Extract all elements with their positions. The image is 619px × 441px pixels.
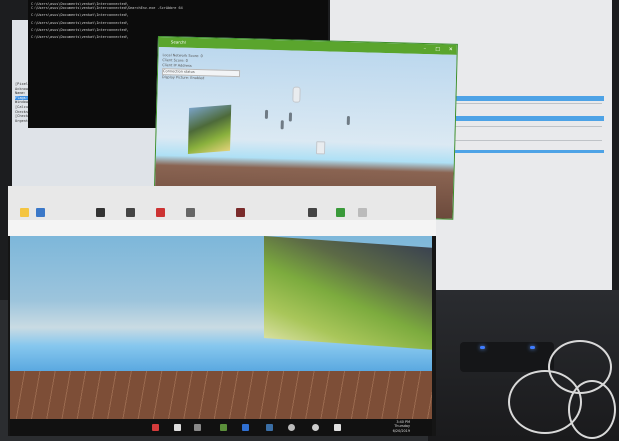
close-icon[interactable]: ✕ (445, 45, 457, 55)
taskbar: 3:40 PM Thursday 6/20/2019 (10, 419, 432, 436)
app-icon[interactable] (194, 424, 201, 431)
app-icon[interactable] (242, 424, 249, 431)
status-led (530, 346, 535, 349)
capsule-object (292, 86, 301, 103)
divider (452, 126, 602, 127)
app-icon[interactable] (336, 208, 345, 217)
window-title: SearchI (170, 39, 186, 45)
app-icon[interactable] (288, 424, 295, 431)
browser-tab-strip[interactable] (8, 220, 436, 236)
status-led (480, 346, 485, 349)
clock-date: 6/20/2019 (392, 428, 410, 433)
terminal-line: C:\Users\asus\Documents\venkat\Interconn… (31, 20, 128, 25)
divider (452, 103, 602, 104)
app-icon[interactable] (36, 208, 45, 217)
maximize-icon[interactable]: □ (432, 44, 444, 54)
app-icon[interactable] (266, 424, 273, 431)
floor (10, 371, 432, 419)
overlay-line: Display Picture: Enabled (161, 75, 205, 81)
app-icon[interactable] (308, 208, 317, 217)
selection-bar (450, 96, 604, 101)
app-icon[interactable] (96, 208, 105, 217)
capsule-object (264, 109, 269, 119)
app-icon[interactable] (334, 424, 341, 431)
capsule-object (280, 120, 284, 130)
capsule-object (288, 112, 293, 122)
network-router (460, 342, 554, 372)
picture-panel (187, 104, 232, 155)
cable (568, 380, 616, 439)
clock[interactable]: 3:40 PM Thursday 6/20/2019 (393, 420, 410, 433)
terminal-line: C:\Users\asus\Documents\venkat\Interconn… (31, 13, 128, 18)
app-icon[interactable] (152, 424, 159, 431)
picture-panel (264, 236, 432, 350)
divider (452, 140, 602, 141)
selection-bar (450, 116, 604, 121)
laptop-screen: 3:40 PM Thursday 6/20/2019 (8, 186, 436, 436)
app-icon[interactable] (174, 424, 181, 431)
box-object (315, 141, 326, 155)
terminal-line: C:\Users\asus\Documents\venkat\Interconn… (31, 6, 183, 11)
capsule-object (346, 115, 350, 126)
chrome-icon[interactable] (312, 424, 319, 431)
app-icon[interactable] (236, 208, 245, 217)
terminal-line: C:\Users\asus\Documents\venkat\Interconn… (31, 27, 128, 32)
app-icon[interactable] (220, 424, 227, 431)
pdf-icon[interactable] (156, 208, 165, 217)
app-icon[interactable] (126, 208, 135, 217)
app-icon[interactable] (186, 208, 195, 217)
desktop-icon-strip (8, 186, 436, 224)
debug-overlay: Local Network Score: 0 Client Score: 0 C… (162, 53, 241, 82)
game-viewport[interactable] (10, 236, 432, 419)
desk-area (428, 290, 619, 441)
app-icon[interactable] (358, 208, 367, 217)
minimize-icon[interactable]: – (419, 44, 431, 54)
selection-bar (450, 150, 604, 153)
folder-icon[interactable] (20, 208, 29, 217)
